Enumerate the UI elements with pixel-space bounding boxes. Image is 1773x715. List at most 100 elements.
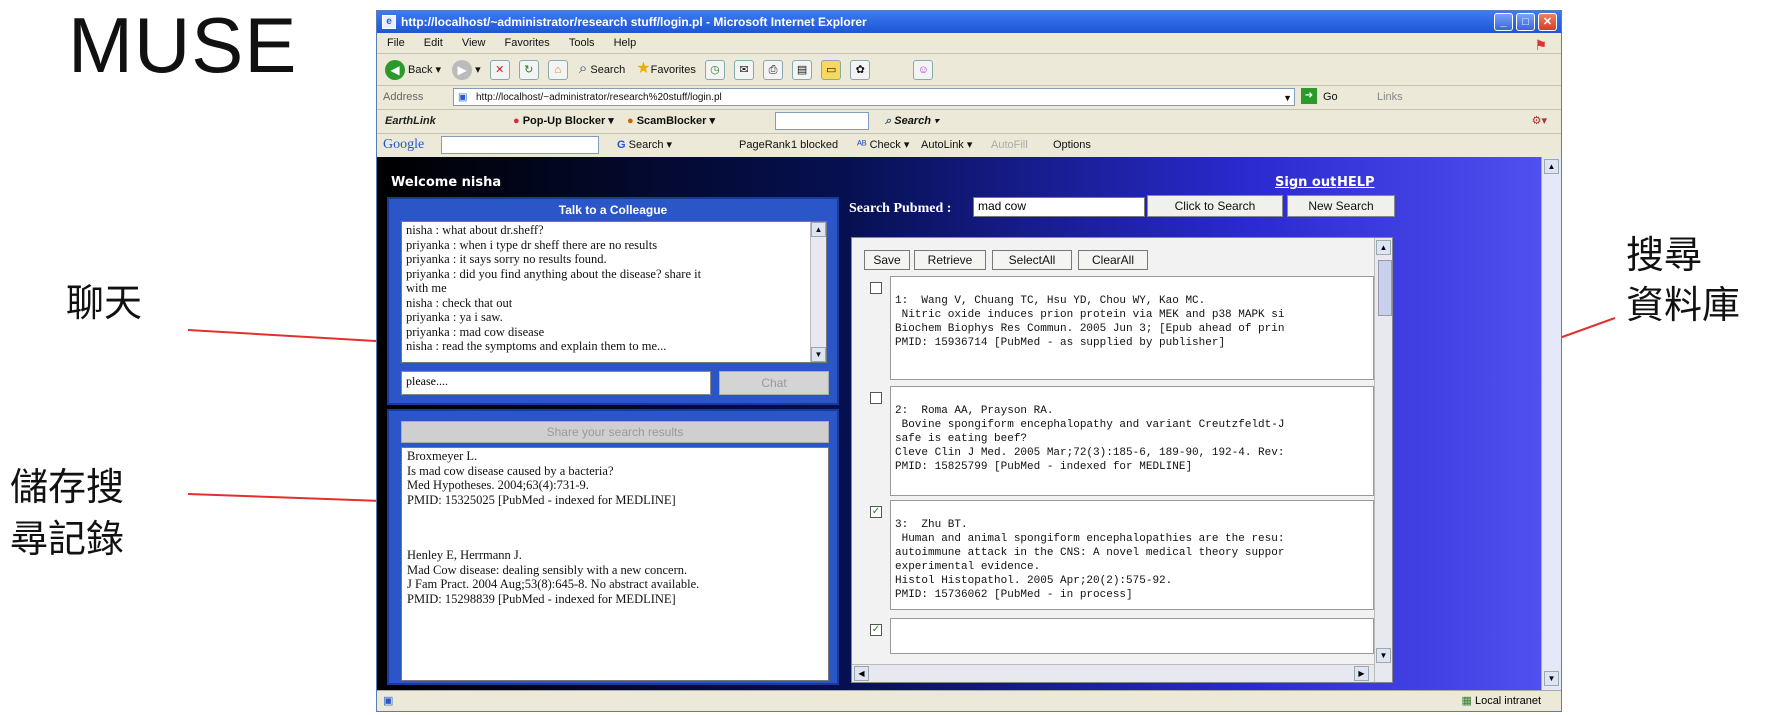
minimize-button[interactable]: _ <box>1494 13 1513 31</box>
go-arrow-icon[interactable]: ➜ <box>1301 88 1317 104</box>
chat-message: priyanka : it says sorry no results foun… <box>406 252 607 266</box>
result-item <box>890 618 1374 654</box>
chat-scrollbar[interactable]: ▲ ▼ <box>810 222 826 362</box>
share-results-button[interactable]: Share your search results <box>401 421 829 443</box>
menu-edit[interactable]: Edit <box>424 37 443 49</box>
saved-line: J Fam Pract. 2004 Aug;53(8):645-8. No ab… <box>407 577 700 591</box>
google-g-icon: G <box>617 139 626 151</box>
page-scrollbar[interactable]: ▲ ▼ <box>1541 157 1561 690</box>
welcome-text: Welcome nisha <box>391 175 502 190</box>
history-icon[interactable]: ◷ <box>704 60 725 81</box>
new-search-button[interactable]: New Search <box>1287 195 1395 217</box>
refresh-icon[interactable]: ↻ <box>518 60 539 81</box>
scroll-down-icon[interactable]: ▼ <box>1544 671 1559 686</box>
magnifier-icon: ⌕ <box>578 60 588 77</box>
google-toolbar: Google G Search ▾ PageRank 1 blocked ᴬᴮ … <box>377 133 1561 158</box>
google-search-button[interactable]: G Search ▾ <box>617 133 672 157</box>
forward-button[interactable]: ▶ ▾ <box>452 54 481 86</box>
result-checkbox-checked[interactable]: ✓ <box>870 506 882 518</box>
results-scrollbar-vertical[interactable]: ▲ ▼ <box>1374 238 1392 682</box>
address-label: Address <box>383 91 424 103</box>
title-bar: e http://localhost/~administrator/resear… <box>377 11 1561 33</box>
address-input[interactable]: ▣ http://localhost/~administrator/resear… <box>453 88 1295 106</box>
search-pubmed-label: Search Pubmed : <box>849 201 952 216</box>
earthlink-logo: EarthLink <box>385 115 436 127</box>
result-item: 1: Wang V, Chuang TC, Hsu YD, Chou WY, K… <box>890 276 1374 380</box>
result-item: 2: Roma AA, Prayson RA. Bovine spongifor… <box>890 386 1374 496</box>
ie-icon: e <box>382 15 396 29</box>
result-checkbox-checked[interactable]: ✓ <box>870 624 882 636</box>
help-link[interactable]: HELP <box>1337 175 1375 190</box>
save-button[interactable]: Save <box>864 250 910 270</box>
result-checkbox[interactable] <box>870 282 882 294</box>
address-dropdown-icon[interactable]: ▼ <box>1283 89 1292 107</box>
scroll-down-icon[interactable]: ▼ <box>811 347 826 362</box>
close-button[interactable]: ✕ <box>1538 13 1557 31</box>
menu-help[interactable]: Help <box>614 37 637 49</box>
scroll-thumb[interactable] <box>1378 260 1392 316</box>
click-to-search-button[interactable]: Click to Search <box>1147 195 1283 217</box>
popup-blocked-button[interactable]: 1 blocked <box>791 133 838 157</box>
back-button[interactable]: ◀ Back ▾ <box>385 54 441 86</box>
menu-favorites[interactable]: Favorites <box>505 37 550 49</box>
links-button[interactable]: Links <box>1377 85 1403 109</box>
spellcheck-button[interactable]: ᴬᴮ Check ▾ <box>857 133 909 157</box>
autolink-button[interactable]: AutoLink ▾ <box>921 133 972 157</box>
scroll-up-icon[interactable]: ▲ <box>1376 240 1391 255</box>
windows-logo-icon: ⚑ <box>1534 37 1547 53</box>
saved-line: Med Hypotheses. 2004;63(4):731-9. <box>407 478 589 492</box>
web-page: Welcome nisha Sign out HELP Talk to a Co… <box>377 157 1541 690</box>
chat-message: priyanka : when i type dr sheff there ar… <box>406 237 658 252</box>
scroll-down-icon[interactable]: ▼ <box>1376 648 1391 663</box>
scam-blocker-button[interactable]: ● ScamBlocker ▾ <box>627 109 715 133</box>
scroll-left-icon[interactable]: ◀ <box>854 666 869 681</box>
toolbar: ◀ Back ▾ ▶ ▾ ✕ ↻ ⌂ ⌕ Search ★Favorites ◷ ✉… <box>377 53 1561 86</box>
earthlink-toolbar: EarthLink ● Pop-Up Blocker ▾ ● ScamBlock… <box>377 109 1561 134</box>
scroll-up-icon[interactable]: ▲ <box>811 222 826 237</box>
print-icon[interactable]: ⎙ <box>763 60 784 81</box>
scroll-right-icon[interactable]: ▶ <box>1354 666 1369 681</box>
stop-icon[interactable]: ✕ <box>489 60 510 81</box>
menu-file[interactable]: File <box>387 37 405 49</box>
pagerank-button[interactable]: PageRank <box>739 133 790 157</box>
favorites-button[interactable]: ★Favorites <box>636 53 696 86</box>
mail-icon[interactable]: ✉ <box>734 60 754 81</box>
earthlink-search-input[interactable] <box>775 112 869 130</box>
saved-results-box: Broxmeyer L. Is mad cow disease caused b… <box>401 447 829 681</box>
chat-message: priyanka : mad cow disease <box>406 324 545 339</box>
chat-panel: Talk to a Colleague nisha : what about d… <box>387 197 839 405</box>
forward-arrow-icon: ▶ <box>452 60 473 81</box>
earthlink-search-button[interactable]: ⌕ Search ▾ <box>885 109 939 133</box>
scam-blocker-icon: ● <box>627 115 634 127</box>
back-arrow-icon: ◀ <box>385 60 405 81</box>
menu-view[interactable]: View <box>462 37 486 49</box>
folder-icon[interactable]: ▭ <box>821 60 842 81</box>
autofill-button[interactable]: AutoFill <box>991 133 1028 157</box>
messenger-icon[interactable]: ✿ <box>850 60 871 81</box>
magnifier-icon: ⌕ <box>885 115 892 127</box>
maximize-button[interactable]: □ <box>1516 13 1535 31</box>
search-button[interactable]: ⌕ Search <box>579 53 625 86</box>
select-all-button[interactable]: SelectAll <box>992 250 1072 270</box>
chat-input[interactable]: please.... <box>401 371 711 395</box>
menu-tools[interactable]: Tools <box>569 37 595 49</box>
retrieve-button[interactable]: Retrieve <box>914 250 986 270</box>
chat-send-button[interactable]: Chat <box>719 371 829 395</box>
tools-icon[interactable]: ⚙▾ <box>1532 109 1547 133</box>
pubmed-search-input[interactable]: mad cow <box>973 197 1145 217</box>
google-logo: Google <box>383 137 425 152</box>
home-icon[interactable]: ⌂ <box>547 60 568 81</box>
smiley-icon[interactable]: ☺ <box>913 60 934 81</box>
saved-line: Henley E, Herrmann J. <box>407 548 522 562</box>
edit-icon[interactable]: ▤ <box>792 60 813 81</box>
scroll-up-icon[interactable]: ▲ <box>1544 159 1559 174</box>
go-button[interactable]: Go <box>1323 85 1338 109</box>
google-search-input[interactable] <box>441 136 599 154</box>
results-scrollbar-horizontal[interactable]: ◀ ▶ <box>852 664 1374 682</box>
sign-out-link[interactable]: Sign out <box>1275 175 1336 190</box>
options-button[interactable]: Options <box>1053 133 1091 157</box>
page-icon: ▣ <box>458 92 468 103</box>
result-checkbox[interactable] <box>870 392 882 404</box>
popup-blocker-button[interactable]: ● Pop-Up Blocker ▾ <box>513 109 614 133</box>
clear-all-button[interactable]: ClearAll <box>1078 250 1148 270</box>
